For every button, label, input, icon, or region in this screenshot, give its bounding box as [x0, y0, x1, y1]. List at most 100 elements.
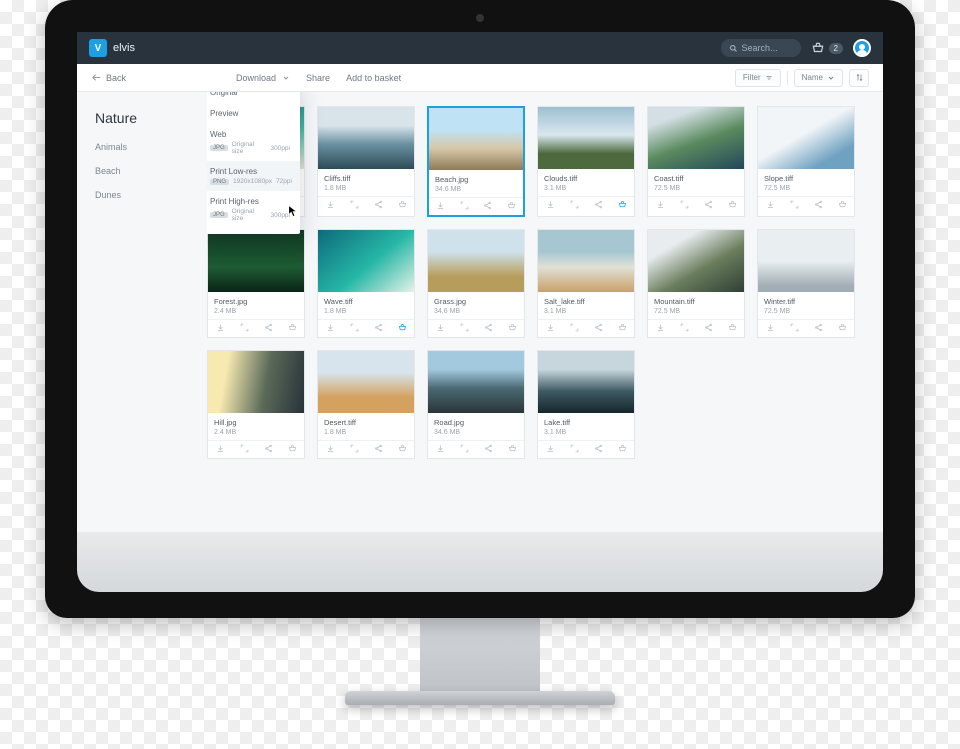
card-basket-button[interactable]: [618, 200, 627, 211]
asset-card[interactable]: Grass.jpg34.6 MB: [427, 229, 525, 338]
card-download-button[interactable]: [546, 444, 555, 455]
asset-thumbnail[interactable]: [648, 230, 744, 292]
card-share-button[interactable]: [484, 444, 493, 455]
asset-thumbnail[interactable]: [318, 230, 414, 292]
asset-card[interactable]: Mountain.tiff72.5 MB: [647, 229, 745, 338]
card-download-button[interactable]: [216, 323, 225, 334]
asset-card[interactable]: Winter.tiff72.5 MB: [757, 229, 855, 338]
card-basket-button[interactable]: [288, 323, 297, 334]
card-share-button[interactable]: [264, 323, 273, 334]
asset-thumbnail[interactable]: [318, 107, 414, 169]
share-button[interactable]: Share: [306, 73, 330, 83]
basket-button[interactable]: 2: [811, 41, 843, 55]
card-expand-button[interactable]: [240, 323, 249, 334]
asset-card[interactable]: Cliffs.tiff1.8 MB: [317, 106, 415, 217]
asset-thumbnail[interactable]: [538, 230, 634, 292]
asset-card[interactable]: Road.jpg34.6 MB: [427, 350, 525, 459]
asset-card[interactable]: Slope.tiff72.5 MB: [757, 106, 855, 217]
card-download-button[interactable]: [766, 200, 775, 211]
card-share-button[interactable]: [704, 323, 713, 334]
card-download-button[interactable]: [436, 201, 445, 212]
asset-card[interactable]: Wave.tiff1.8 MB: [317, 229, 415, 338]
card-expand-button[interactable]: [570, 200, 579, 211]
asset-thumbnail[interactable]: [208, 230, 304, 292]
card-share-button[interactable]: [374, 323, 383, 334]
asset-thumbnail[interactable]: [208, 351, 304, 413]
asset-card[interactable]: Desert.tiff1.8 MB: [317, 350, 415, 459]
sidebar-item-animals[interactable]: Animals: [95, 142, 207, 152]
card-share-button[interactable]: [374, 444, 383, 455]
dd-print-high[interactable]: Print High-res JPG Original size 300ppi: [207, 191, 300, 228]
card-download-button[interactable]: [766, 323, 775, 334]
card-basket-button[interactable]: [838, 200, 847, 211]
card-download-button[interactable]: [326, 323, 335, 334]
asset-card[interactable]: Lake.tiff3.1 MB: [537, 350, 635, 459]
user-avatar[interactable]: [853, 39, 871, 57]
card-expand-button[interactable]: [460, 444, 469, 455]
card-expand-button[interactable]: [680, 323, 689, 334]
card-expand-button[interactable]: [350, 323, 359, 334]
dd-preview[interactable]: Preview: [207, 103, 300, 124]
card-basket-button[interactable]: [618, 444, 627, 455]
dd-original[interactable]: Original: [207, 92, 300, 103]
asset-card[interactable]: Clouds.tiff3.1 MB: [537, 106, 635, 217]
card-expand-button[interactable]: [460, 201, 469, 212]
asset-card[interactable]: Salt_lake.tiff3.1 MB: [537, 229, 635, 338]
asset-thumbnail[interactable]: [758, 107, 854, 169]
asset-card[interactable]: Beach.jpg34.6 MB: [427, 106, 525, 217]
card-download-button[interactable]: [216, 444, 225, 455]
card-share-button[interactable]: [264, 444, 273, 455]
card-download-button[interactable]: [546, 323, 555, 334]
card-share-button[interactable]: [374, 200, 383, 211]
card-download-button[interactable]: [436, 444, 445, 455]
card-download-button[interactable]: [436, 323, 445, 334]
card-basket-button[interactable]: [398, 444, 407, 455]
card-expand-button[interactable]: [790, 200, 799, 211]
card-share-button[interactable]: [814, 323, 823, 334]
card-basket-button[interactable]: [398, 323, 407, 334]
card-basket-button[interactable]: [507, 201, 516, 212]
asset-card[interactable]: Coast.tiff72.5 MB: [647, 106, 745, 217]
app-logo[interactable]: V: [89, 39, 107, 57]
card-share-button[interactable]: [594, 444, 603, 455]
card-basket-button[interactable]: [288, 444, 297, 455]
card-expand-button[interactable]: [460, 323, 469, 334]
card-share-button[interactable]: [814, 200, 823, 211]
add-to-basket-button[interactable]: Add to basket: [346, 73, 401, 83]
asset-thumbnail[interactable]: [538, 107, 634, 169]
asset-thumbnail[interactable]: [429, 108, 523, 170]
card-share-button[interactable]: [484, 323, 493, 334]
card-expand-button[interactable]: [570, 444, 579, 455]
card-download-button[interactable]: [546, 200, 555, 211]
asset-thumbnail[interactable]: [648, 107, 744, 169]
card-share-button[interactable]: [483, 201, 492, 212]
filter-button[interactable]: Filter: [735, 69, 781, 87]
search-input[interactable]: Search...: [721, 39, 801, 57]
card-expand-button[interactable]: [350, 200, 359, 211]
asset-thumbnail[interactable]: [428, 351, 524, 413]
download-menu-trigger[interactable]: Download: [236, 73, 290, 83]
sidebar-item-dunes[interactable]: Dunes: [95, 190, 207, 200]
sort-direction-button[interactable]: [849, 69, 869, 87]
card-download-button[interactable]: [656, 200, 665, 211]
card-download-button[interactable]: [326, 444, 335, 455]
card-basket-button[interactable]: [508, 323, 517, 334]
card-basket-button[interactable]: [728, 323, 737, 334]
card-basket-button[interactable]: [618, 323, 627, 334]
card-basket-button[interactable]: [728, 200, 737, 211]
card-basket-button[interactable]: [508, 444, 517, 455]
card-expand-button[interactable]: [570, 323, 579, 334]
asset-card[interactable]: Hill.jpg2.4 MB: [207, 350, 305, 459]
asset-thumbnail[interactable]: [758, 230, 854, 292]
card-download-button[interactable]: [656, 323, 665, 334]
card-share-button[interactable]: [594, 323, 603, 334]
card-expand-button[interactable]: [350, 444, 359, 455]
card-share-button[interactable]: [594, 200, 603, 211]
asset-card[interactable]: Forest.jpg2.4 MB: [207, 229, 305, 338]
card-expand-button[interactable]: [240, 444, 249, 455]
card-expand-button[interactable]: [790, 323, 799, 334]
dd-web[interactable]: Web JPG Original size 300ppi: [207, 124, 300, 161]
card-download-button[interactable]: [326, 200, 335, 211]
card-share-button[interactable]: [704, 200, 713, 211]
asset-thumbnail[interactable]: [318, 351, 414, 413]
